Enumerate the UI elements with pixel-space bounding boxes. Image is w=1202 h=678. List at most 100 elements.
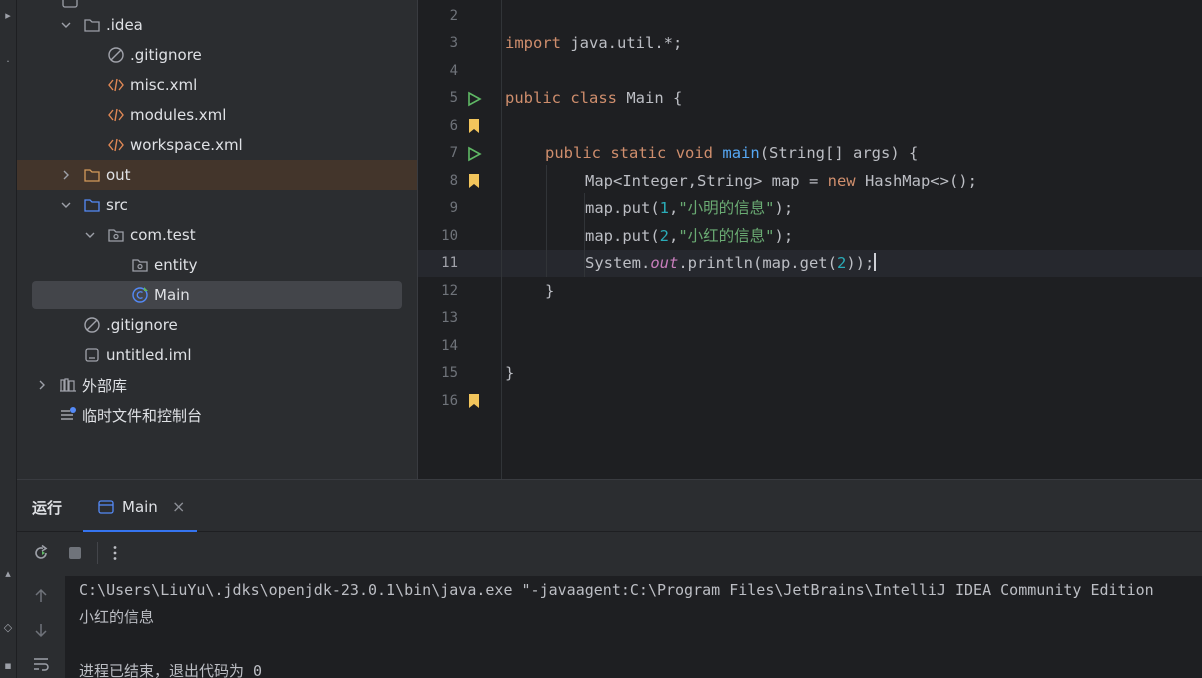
tree-item-label: out [106,166,131,184]
tree-item-idea[interactable]: .idea [17,10,417,40]
chevron-down-icon[interactable] [60,199,72,211]
folder-icon [83,166,101,184]
method-name: main [722,144,760,162]
scratches-icon [59,406,77,424]
keyword: void [675,144,714,162]
tree-item-workspace-xml[interactable]: workspace.xml [17,130,417,160]
tree-item-idea-gitignore[interactable]: .gitignore [17,40,417,70]
terminal-tool-icon[interactable]: ▪ [2,660,14,672]
code-text: Map<Integer,String> map = [585,172,828,190]
project-tool-icon[interactable]: ▸ [2,10,14,22]
line-number: 9 [449,200,458,216]
code-text: Main { [617,89,683,107]
tree-item-label: workspace.xml [130,136,243,154]
tree-item-entity[interactable]: entity [17,250,417,280]
code-line-5: public class Main { [505,85,682,112]
more-options-icon[interactable] [105,543,125,563]
bookmark-icon[interactable] [466,118,482,134]
bookmark-icon[interactable] [466,173,482,189]
console-icon [97,498,115,516]
tree-item-label: .gitignore [130,46,202,64]
tree-item-src[interactable]: src [17,190,417,220]
code-editor[interactable]: 2 3 4 5 6 7 8 9 10 11 12 13 14 15 16 imp… [417,0,1202,479]
git-tool-icon[interactable]: ◇ [2,622,14,634]
tree-item-label: 外部库 [82,376,128,395]
tree-item-label: com.test [130,226,196,244]
rerun-button[interactable] [31,543,51,563]
run-tab-main[interactable]: Main × [83,488,197,532]
structure-tool-icon[interactable]: · [2,56,14,68]
string-literal: "小明的信息" [678,199,775,217]
close-icon[interactable]: × [172,497,185,516]
code-text: map.put( [585,227,660,245]
tree-item-root-gitignore[interactable]: .gitignore [17,310,417,340]
code-text: ); [774,227,794,245]
package-icon [131,256,149,274]
line-number: 2 [449,8,458,24]
line-number: 13 [441,310,458,326]
tree-item-scratches[interactable]: 临时文件和控制台 [17,400,417,430]
code-text: , [669,199,679,217]
code-line-8: Map<Integer,String> map = new HashMap<>(… [585,168,977,195]
code-text: )); [846,254,875,272]
code-text: HashMap<>(); [855,172,977,190]
soft-wrap-icon[interactable] [31,654,51,674]
keyword: public [545,144,601,162]
project-tree: .idea .gitignore misc.xml modules.xml wo… [17,0,417,479]
code-text: ); [774,199,794,217]
arrow-down-icon[interactable] [31,620,51,640]
code-text: } [505,364,515,382]
chevron-down-icon[interactable] [84,229,96,241]
tree-item-com-test[interactable]: com.test [17,220,417,250]
chevron-right-icon[interactable] [60,169,72,181]
run-panel-title: 运行 [32,499,63,517]
line-number-current: 11 [441,255,458,271]
string-literal: "小红的信息" [678,227,775,245]
xml-file-icon [107,106,125,124]
code-text: (String[] args) { [759,144,919,162]
tree-item-label: 临时文件和控制台 [82,406,203,425]
console-line: 小红的信息 [79,608,155,626]
tree-item-label: entity [154,256,198,274]
arrow-up-icon[interactable] [31,586,51,606]
stop-button[interactable] [65,543,85,563]
tree-item-out[interactable]: out [17,160,417,190]
line-number: 6 [449,118,458,134]
code-text: System. [585,254,651,272]
line-number: 14 [441,338,458,354]
ignore-file-icon [83,316,101,334]
line-number: 8 [449,173,458,189]
run-header: 运行 Main × [17,480,1202,532]
xml-file-icon [107,76,125,94]
run-tool-window: 运行 Main × C:\Users\LiuYu\.jdks\openjdk-2… [17,479,1202,678]
keyword: public [505,89,561,107]
console-line: 进程已结束，退出代码为 0 [79,662,263,678]
line-number: 12 [441,283,458,299]
chevron-down-icon[interactable] [60,19,72,31]
tree-item-untitled-iml[interactable]: untitled.iml [17,340,417,370]
run-gutter-icon[interactable] [466,146,482,162]
tree-item-main[interactable]: Main [32,281,402,309]
number-literal: 1 [659,199,669,217]
text-caret [874,253,877,271]
services-tool-icon[interactable]: ▴ [2,568,14,580]
keyword: static [610,144,667,162]
tree-item-misc-xml[interactable]: misc.xml [17,70,417,100]
console-output[interactable]: C:\Users\LiuYu\.jdks\openjdk-23.0.1\bin\… [79,576,1202,678]
line-number: 3 [449,35,458,51]
tree-item-external-libraries[interactable]: 外部库 [17,370,417,400]
module-file-icon [83,346,101,364]
left-tool-strip: ▸ · ▴ ◇ ▪ [0,0,17,678]
run-gutter-icon[interactable] [466,91,482,107]
console-side-toolbar [17,576,65,678]
toolbar-separator [97,542,98,564]
module-icon [61,0,79,10]
bookmark-icon[interactable] [466,393,482,409]
number-literal: 2 [836,254,847,272]
code-line-7: public static void main(String[] args) { [545,140,918,167]
keyword: class [570,89,618,107]
chevron-right-icon[interactable] [36,379,48,391]
tree-item-modules-xml[interactable]: modules.xml [17,100,417,130]
keyword: import [505,34,561,52]
